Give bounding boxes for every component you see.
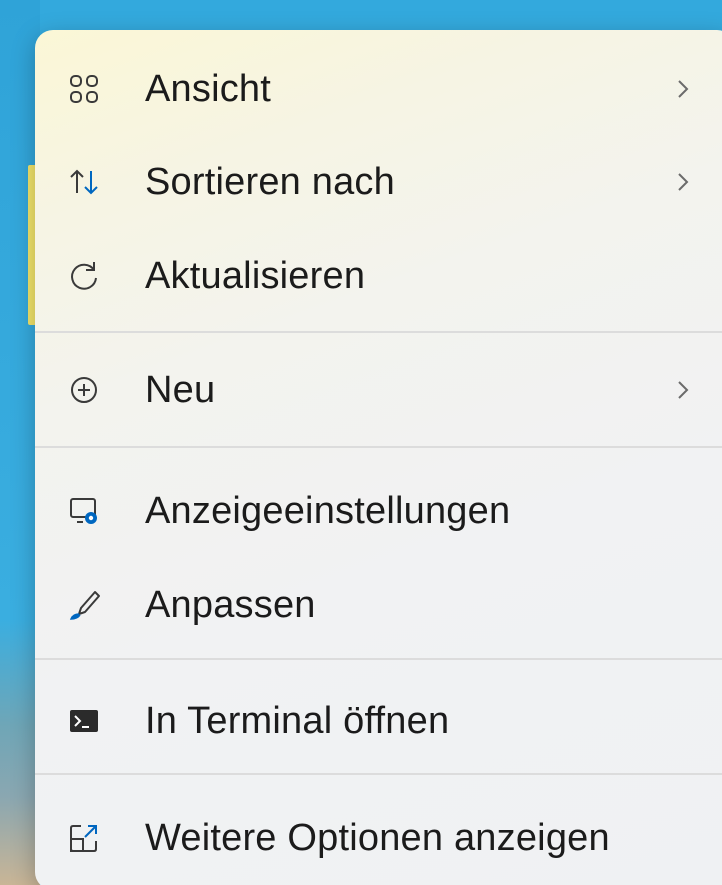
desktop-context-menu: Ansicht Sortieren nach Aktualisieren Neu… [35, 30, 722, 885]
menu-item-refresh[interactable]: Aktualisieren [35, 236, 722, 316]
chevron-right-icon [673, 74, 693, 104]
menu-item-label: Sortieren nach [145, 160, 395, 203]
menu-item-label: Weitere Optionen anzeigen [145, 816, 610, 859]
plus-circle-icon [67, 373, 101, 407]
menu-item-view[interactable]: Ansicht [35, 49, 722, 129]
menu-item-label: Aktualisieren [145, 254, 366, 297]
menu-separator [35, 658, 722, 660]
chevron-right-icon [673, 167, 693, 197]
menu-item-personalize[interactable]: Anpassen [35, 565, 722, 645]
menu-item-label: Anzeigeeinstellungen [145, 489, 511, 532]
terminal-icon [67, 704, 101, 738]
menu-separator [35, 773, 722, 775]
menu-item-label: In Terminal öffnen [145, 699, 450, 742]
chevron-right-icon [673, 375, 693, 405]
menu-item-label: Anpassen [145, 583, 316, 626]
menu-item-more-options[interactable]: Weitere Optionen anzeigen [35, 798, 722, 878]
more-options-icon [67, 821, 101, 855]
menu-item-display-settings[interactable]: Anzeigeeinstellungen [35, 471, 722, 551]
display-settings-icon [67, 494, 101, 528]
menu-item-new[interactable]: Neu [35, 350, 722, 430]
menu-item-sort[interactable]: Sortieren nach [35, 142, 722, 222]
menu-separator [35, 331, 722, 333]
menu-item-label: Ansicht [145, 67, 272, 110]
sort-icon [67, 165, 101, 199]
menu-item-label: Neu [145, 368, 216, 411]
menu-separator [35, 446, 722, 448]
brush-icon [67, 588, 101, 622]
refresh-icon [67, 259, 101, 293]
desktop-wallpaper [0, 0, 40, 885]
menu-item-open-terminal[interactable]: In Terminal öffnen [35, 681, 722, 761]
grid-icon [67, 72, 101, 106]
